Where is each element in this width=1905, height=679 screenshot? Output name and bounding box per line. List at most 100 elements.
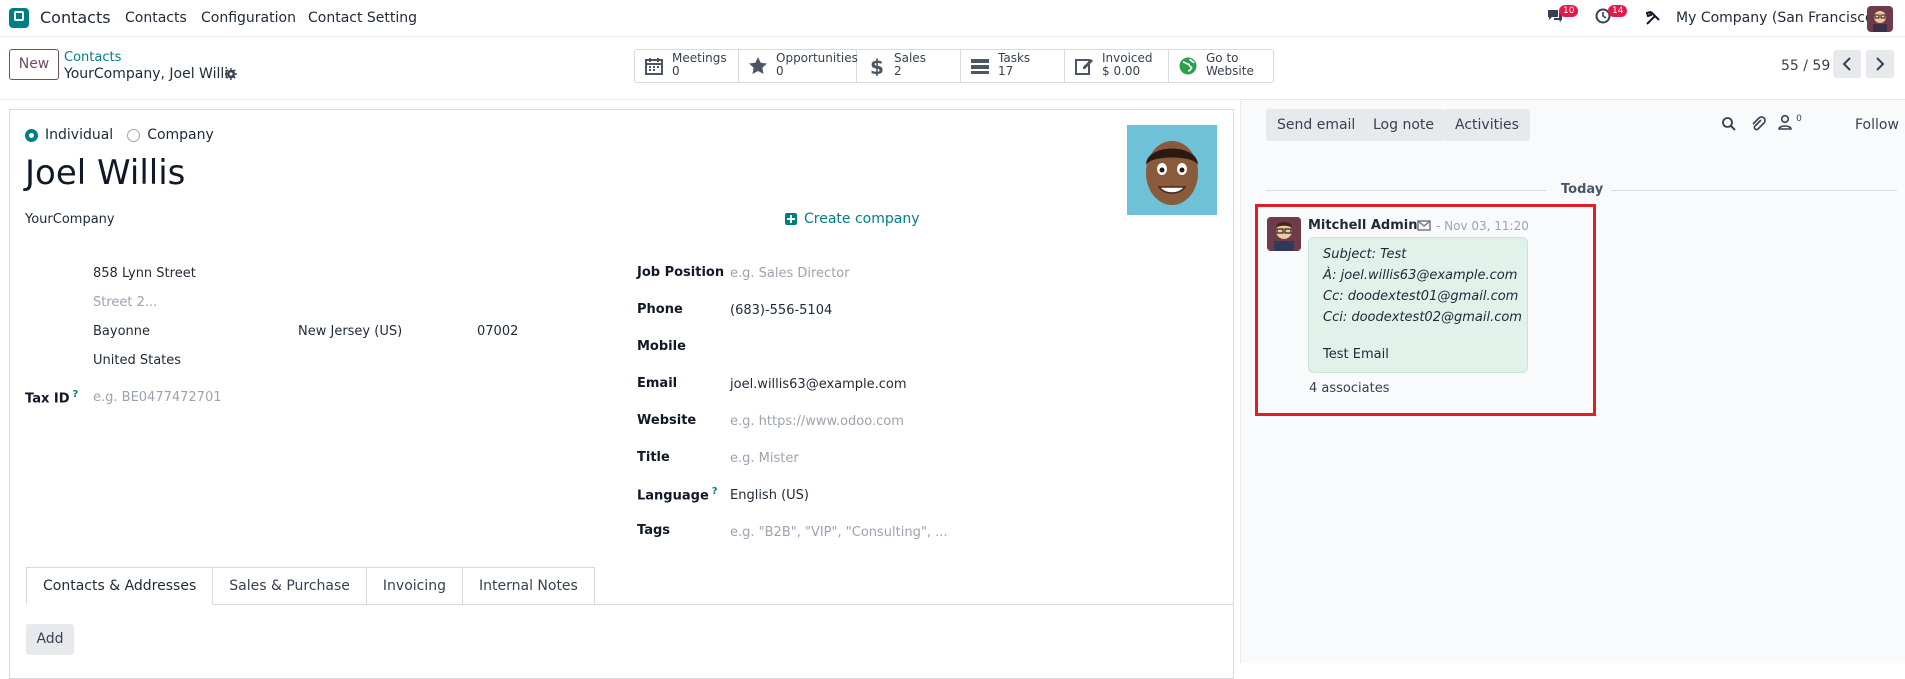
tasks-smart-button[interactable]: Tasks 17 [961, 50, 1065, 82]
edit-icon [1075, 59, 1093, 75]
radio-individual[interactable] [25, 128, 38, 142]
log-note-button[interactable]: Log note [1362, 109, 1445, 141]
tab-contacts-addresses[interactable]: Contacts & Addresses [26, 567, 214, 605]
state-field[interactable]: New Jersey (US) [298, 324, 402, 339]
dollar-icon: $ [870, 56, 884, 76]
mobile-label: Mobile [637, 339, 686, 354]
tab-internal-notes[interactable]: Internal Notes [463, 567, 595, 605]
messages-button[interactable]: 10 [1546, 5, 1579, 28]
breadcrumb-contacts[interactable]: Contacts [64, 50, 121, 65]
messages-count-badge: 10 [1559, 5, 1579, 17]
message-body: Test Email [1323, 347, 1389, 362]
company-switcher[interactable]: My Company (San Francisco) [1676, 10, 1879, 26]
title-field[interactable]: e.g. Mister [730, 451, 799, 466]
contact-name-field[interactable]: Joel Willis [25, 153, 185, 193]
tab-sales-purchase[interactable]: Sales & Purchase [213, 567, 367, 605]
company-field[interactable]: YourCompany [25, 212, 115, 227]
job-position-field[interactable]: e.g. Sales Director [730, 266, 850, 281]
go-to-website-smart-button[interactable]: Go to Website [1169, 50, 1273, 82]
street-field[interactable]: 858 Lynn Street [93, 266, 196, 281]
menu-contacts[interactable]: Contacts [125, 10, 187, 26]
tags-field[interactable]: e.g. "B2B", "VIP", "Consulting", ... [730, 525, 947, 540]
tab-invoicing[interactable]: Invoicing [366, 567, 463, 605]
message-cc: Cc: doodextest01@gmail.com [1323, 289, 1519, 304]
activities-button[interactable]: Activities [1444, 109, 1530, 141]
date-divider-left [1266, 190, 1546, 191]
contacts-app-icon[interactable] [9, 8, 29, 28]
message-associates-link[interactable]: 4 associates [1309, 381, 1389, 396]
tasks-icon [971, 59, 989, 74]
message-author[interactable]: Mitchell Admin [1308, 218, 1417, 233]
gear-icon[interactable] [225, 68, 237, 80]
street2-field[interactable]: Street 2... [93, 295, 157, 310]
phone-label: Phone [637, 302, 683, 317]
language-label: Language? [637, 486, 718, 504]
contact-photo[interactable] [1127, 125, 1217, 215]
company-type-radio: Individual Company [25, 127, 214, 143]
globe-icon [1179, 57, 1197, 75]
help-icon[interactable]: ? [73, 389, 79, 400]
email-label: Email [637, 376, 678, 391]
top-navbar: Contacts Contacts Configuration Contact … [0, 0, 1905, 37]
create-company-button[interactable]: Create company [785, 211, 920, 227]
add-button[interactable]: Add [26, 624, 74, 655]
tax-id-label: Tax ID? [25, 389, 79, 407]
breadcrumb-current: YourCompany, Joel Willis [64, 66, 236, 82]
tags-label: Tags [637, 523, 671, 538]
chevron-left-icon [1842, 57, 1851, 71]
title-label: Title [637, 450, 670, 465]
followers-count: 0 [1796, 114, 1802, 124]
radio-company-label[interactable]: Company [147, 127, 214, 143]
send-email-button[interactable]: Send email [1266, 109, 1367, 141]
sales-smart-button[interactable]: $ Sales 2 [857, 50, 961, 82]
date-divider-right [1611, 190, 1897, 191]
star-icon [749, 57, 767, 74]
tools-icon [1645, 10, 1660, 25]
followers-button[interactable]: 0 [1778, 114, 1802, 134]
pager-value[interactable]: 55 / 59 [1781, 58, 1830, 74]
radio-company[interactable] [127, 128, 141, 142]
activities-count-badge: 14 [1608, 5, 1628, 17]
svg-text:$: $ [870, 56, 884, 76]
country-field[interactable]: United States [93, 353, 181, 368]
pager-next-button[interactable] [1866, 50, 1894, 78]
search-icon[interactable] [1721, 116, 1737, 132]
opportunities-smart-button[interactable]: Opportunities 0 [739, 50, 858, 82]
menu-contact-setting[interactable]: Contact Setting [308, 10, 417, 26]
message-author-avatar[interactable] [1267, 217, 1301, 251]
smart-buttons: Meetings 0 Opportunities 0 $ Sales 2 Tas… [634, 49, 1274, 83]
user-icon [1778, 114, 1792, 130]
meetings-smart-button[interactable]: Meetings 0 [635, 50, 739, 82]
zip-field[interactable]: 07002 [477, 324, 518, 339]
app-name[interactable]: Contacts [40, 8, 111, 27]
activities-button[interactable]: 14 [1595, 5, 1628, 28]
message-to: À: joel.willis63@example.com [1323, 268, 1518, 283]
message-bcc: Cci: doodextest02@gmail.com [1323, 310, 1522, 325]
debug-tools-button[interactable] [1645, 10, 1661, 30]
notebook-tabs: Contacts & Addresses Sales & Purchase In… [26, 567, 595, 605]
plus-icon [785, 213, 797, 225]
calendar-icon [645, 58, 663, 75]
email-field[interactable]: joel.willis63@example.com [730, 377, 907, 392]
menu-configuration[interactable]: Configuration [201, 10, 296, 26]
phone-field[interactable]: (683)-556-5104 [730, 303, 832, 318]
envelope-icon [1417, 220, 1431, 231]
language-field[interactable]: English (US) [730, 488, 809, 503]
radio-individual-label[interactable]: Individual [45, 127, 113, 143]
control-panel: New Contacts YourCompany, Joel Willis Me… [0, 38, 1905, 100]
invoiced-smart-button[interactable]: Invoiced $ 0.00 [1065, 50, 1169, 82]
city-field[interactable]: Bayonne [93, 324, 150, 339]
pager-previous-button[interactable] [1833, 50, 1861, 78]
message-subject: Subject: Test [1323, 247, 1407, 262]
follow-button[interactable]: Follow [1855, 117, 1899, 133]
tax-id-field[interactable]: e.g. BE0477472701 [93, 390, 222, 405]
website-label: Website [637, 413, 697, 428]
website-field[interactable]: e.g. https://www.odoo.com [730, 414, 904, 429]
chevron-right-icon [1876, 57, 1885, 71]
user-avatar[interactable] [1867, 6, 1893, 32]
new-button[interactable]: New [9, 49, 59, 80]
message-time: - Nov 03, 11:20 [1436, 219, 1529, 233]
date-separator: Today [1561, 182, 1604, 197]
paperclip-icon[interactable] [1750, 116, 1766, 132]
help-icon[interactable]: ? [712, 486, 718, 497]
